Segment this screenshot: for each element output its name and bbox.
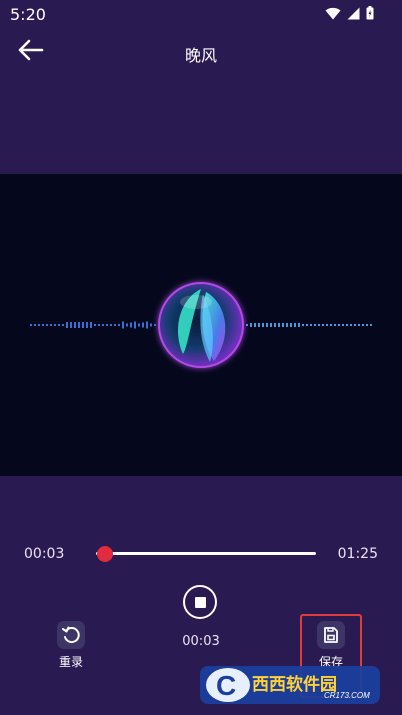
waveform-bar — [78, 322, 80, 328]
retake-label: 重录 — [58, 655, 83, 669]
progress-thumb[interactable] — [96, 546, 113, 562]
waveform-bar — [258, 323, 260, 327]
stop-button[interactable] — [183, 585, 217, 619]
wifi-icon — [325, 7, 341, 20]
waveform-bar — [350, 324, 352, 326]
waveform-bar — [286, 323, 288, 327]
waveform-bar — [354, 324, 356, 326]
waveform-bar — [270, 323, 272, 327]
waveform-bar — [50, 324, 52, 326]
waveform-bar — [114, 324, 116, 326]
waveform-bar — [302, 324, 304, 326]
progress-track[interactable] — [96, 552, 316, 555]
waveform-bar — [134, 321, 136, 329]
waveform-bar — [118, 324, 120, 326]
waveform-bar — [366, 324, 368, 326]
waveform-bar — [150, 323, 152, 327]
waveform-bar — [146, 321, 148, 329]
waveform-bar — [298, 323, 300, 327]
svg-text:C: C — [216, 670, 236, 701]
waveform-bar — [358, 324, 360, 326]
waveform-bar — [338, 324, 340, 326]
waveform-bar — [294, 323, 296, 327]
waveform-bar — [74, 322, 76, 328]
waveform-bar — [326, 324, 328, 326]
waveform-bar — [142, 322, 144, 328]
waveform-bar — [262, 323, 264, 327]
waveform-bar — [266, 323, 268, 327]
stop-icon — [194, 596, 206, 608]
waveform-bar — [70, 322, 72, 328]
waveform-bar — [130, 322, 132, 328]
retake-button[interactable]: 重录 — [39, 621, 103, 670]
waveform-bar — [86, 322, 88, 328]
watermark-logo: C 西西软件园 CR173.COM — [200, 662, 380, 708]
waveform-bar — [318, 324, 320, 326]
waveform-bar — [274, 323, 276, 327]
waveform-bar — [254, 323, 256, 327]
watermark-subtext: CR173.COM — [324, 691, 370, 700]
waveform-bar — [126, 323, 128, 327]
undo-icon — [57, 621, 85, 649]
waveform-bar — [30, 324, 32, 326]
total-time: 01:25 — [337, 546, 378, 562]
waveform-bar — [138, 323, 140, 327]
status-icons — [325, 6, 374, 20]
waveform-bar — [122, 321, 124, 329]
waveform-bar — [90, 322, 92, 328]
waveform-bar — [346, 324, 348, 326]
save-icon — [317, 621, 345, 649]
battery-icon — [366, 6, 374, 20]
waveform-bar — [46, 324, 48, 326]
waveform-bar — [330, 324, 332, 326]
waveform-bar — [62, 324, 64, 326]
waveform-bar — [82, 322, 84, 328]
audio-visualizer — [0, 174, 402, 476]
page-title: 晚风 — [184, 46, 217, 65]
waveform-bar — [102, 324, 104, 326]
signal-icon — [347, 7, 360, 20]
waveform-bar — [110, 324, 112, 326]
waveform-bar — [250, 323, 252, 327]
waveform-bar — [370, 324, 372, 326]
waveform-bar — [310, 324, 312, 326]
waveform-bar — [306, 324, 308, 326]
waveform-bar — [58, 324, 60, 326]
current-time: 00:03 — [24, 546, 65, 562]
waveform-bar — [322, 324, 324, 326]
waveform-bar — [54, 324, 56, 326]
waveform-bar — [246, 324, 248, 326]
waveform-bar — [314, 324, 316, 326]
waveform-bar — [362, 324, 364, 326]
waveform-bar — [282, 323, 284, 327]
status-bar: 5:20 — [0, 0, 402, 30]
waveform-bar — [38, 324, 40, 326]
app-header: 晚风 — [0, 32, 402, 72]
status-time: 5:20 — [10, 5, 46, 24]
waveform-bar — [42, 324, 44, 326]
waveform-bar — [154, 324, 156, 326]
waveform-graphic — [30, 282, 372, 368]
waveform-bar — [290, 323, 292, 327]
waveform-bar — [342, 324, 344, 326]
waveform-bar — [94, 324, 96, 326]
waveform-bar — [34, 324, 36, 326]
waveform-bar — [106, 324, 108, 326]
waveform-bar — [98, 324, 100, 326]
waveform-bar — [334, 324, 336, 326]
waveform-bar — [278, 323, 280, 327]
orb-graphic — [158, 282, 244, 368]
waveform-bar — [66, 322, 68, 328]
